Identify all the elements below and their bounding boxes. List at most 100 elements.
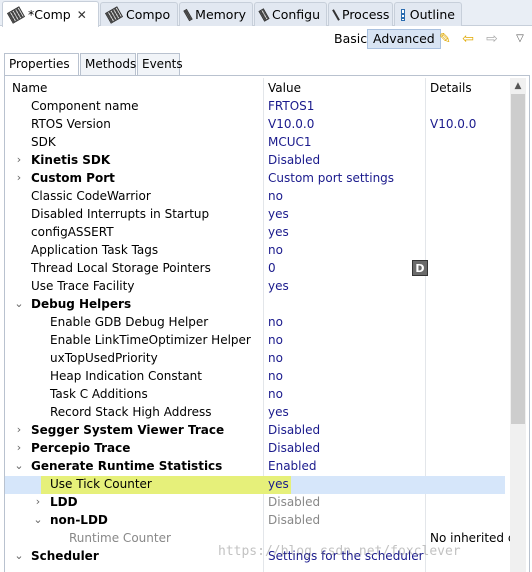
table-row[interactable]: uxTopUsedPriority no — [5, 350, 510, 368]
table-row[interactable]: ⌄ Generate Runtime Statistics Enabled — [5, 458, 510, 476]
table-row[interactable]: Enable GDB Debug Helper no — [5, 314, 510, 332]
table-row[interactable]: › Kinetis SDK Disabled — [5, 152, 510, 170]
table-row[interactable]: RTOS Version V10.0.0 V10.0.0 — [5, 116, 510, 134]
tab-label: Configu — [271, 7, 320, 22]
chevron-right-icon[interactable]: › — [13, 171, 25, 184]
tab-processor[interactable]: Process — [328, 2, 393, 26]
table-row[interactable]: Classic CodeWarrior no — [5, 188, 510, 206]
property-value[interactable]: Custom port settings — [268, 171, 394, 185]
property-name: Percepio Trace — [31, 441, 131, 455]
table-row[interactable]: ⌄ Debug Helpers — [5, 296, 510, 314]
property-value[interactable]: no — [268, 369, 283, 383]
table-row[interactable]: Use Trace Facility yes — [5, 278, 510, 296]
chevron-right-icon[interactable]: › — [32, 495, 44, 508]
table-row[interactable]: › Percepio Trace Disabled — [5, 440, 510, 458]
table-row[interactable]: Enable LinkTimeOptimizer Helper no — [5, 332, 510, 350]
chip-icon — [258, 7, 270, 22]
tab-events[interactable]: Events — [137, 53, 183, 75]
chip-icon — [104, 5, 124, 24]
table-row[interactable]: configASSERT yes — [5, 224, 510, 242]
property-value[interactable]: FRTOS1 — [268, 99, 314, 113]
tab-configurations[interactable]: Configu — [254, 2, 327, 26]
property-value[interactable]: Disabled — [268, 513, 320, 527]
chevron-down-icon[interactable]: ⌄ — [13, 459, 25, 472]
property-value[interactable]: 0 — [268, 261, 276, 275]
tab-component-inspector[interactable]: *Comp ✕ — [2, 1, 99, 27]
view-menu-icon[interactable]: ▽ — [512, 31, 528, 47]
property-name: Classic CodeWarrior — [31, 189, 151, 203]
chevron-right-icon[interactable]: › — [13, 423, 25, 436]
property-name: Disabled Interrupts in Startup — [31, 207, 210, 221]
property-name: SDK — [31, 135, 56, 149]
table-row[interactable]: Disabled Interrupts in Startup yes — [5, 206, 510, 224]
d-button[interactable]: D — [412, 260, 428, 276]
property-name: Use Tick Counter — [50, 477, 152, 491]
property-value[interactable]: yes — [268, 405, 289, 419]
property-value[interactable]: no — [268, 189, 283, 203]
tab-label: Outline — [409, 7, 455, 22]
chevron-down-icon[interactable]: ⌄ — [32, 513, 44, 526]
property-name: configASSERT — [31, 225, 114, 239]
tab-memory[interactable]: Memory — [179, 2, 253, 26]
property-value[interactable]: yes — [268, 225, 289, 239]
tab-components[interactable]: Compo — [100, 2, 178, 26]
table-row[interactable]: › Segger System Viewer Trace Disabled — [5, 422, 510, 440]
scroll-up-icon[interactable]: ▲ — [510, 78, 526, 94]
property-value[interactable]: Disabled — [268, 441, 320, 455]
scrollbar-thumb[interactable] — [511, 94, 525, 424]
advanced-mode-button[interactable]: Advanced — [367, 29, 441, 49]
column-header-name[interactable]: Name — [12, 81, 47, 95]
table-row[interactable]: › LDD Disabled — [5, 494, 510, 512]
property-name: Heap Indication Constant — [50, 369, 202, 383]
table-row[interactable]: Record Stack High Address yes — [5, 404, 510, 422]
table-row[interactable]: SDK MCUC1 — [5, 134, 510, 152]
property-value[interactable]: yes — [268, 477, 289, 491]
table-row[interactable]: › Custom Port Custom port settings — [5, 170, 510, 188]
property-value[interactable]: Enabled — [268, 459, 317, 473]
table-row[interactable]: Heap Indication Constant no — [5, 368, 510, 386]
property-value[interactable]: Disabled — [268, 495, 320, 509]
property-value[interactable]: no — [268, 243, 283, 257]
chevron-down-icon[interactable]: ⌄ — [13, 297, 25, 310]
table-row[interactable]: Task C Additions no — [5, 386, 510, 404]
tab-label: Process — [342, 7, 390, 22]
column-header-details[interactable]: Details — [430, 81, 472, 95]
forward-arrow-icon[interactable]: ⇨ — [484, 31, 500, 47]
table-row[interactable]: ⌄ non-LDD Disabled — [5, 512, 510, 530]
property-name: Scheduler — [31, 549, 99, 563]
property-name: Enable GDB Debug Helper — [50, 315, 209, 329]
table-row[interactable]: Application Task Tags no — [5, 242, 510, 260]
table-row[interactable]: Thread Local Storage Pointers 0 D — [5, 260, 510, 278]
property-value[interactable]: no — [268, 351, 283, 365]
tab-methods[interactable]: Methods — [80, 53, 136, 75]
table-row-selected[interactable]: Use Tick Counter yes — [5, 476, 510, 494]
close-icon[interactable]: ✕ — [77, 8, 87, 22]
property-name: Task C Additions — [50, 387, 148, 401]
back-arrow-icon[interactable]: ⇦ — [460, 31, 476, 47]
table-row[interactable]: Component name FRTOS1 — [5, 98, 510, 116]
property-value[interactable]: MCUC1 — [268, 135, 312, 149]
chevron-right-icon[interactable]: › — [13, 153, 25, 166]
property-name: Kinetis SDK — [31, 153, 111, 167]
grid-header: Name Value Details — [5, 78, 510, 98]
property-value[interactable]: no — [268, 315, 283, 329]
property-name: Enable LinkTimeOptimizer Helper — [50, 333, 251, 347]
property-value[interactable]: yes — [268, 207, 289, 221]
editor-tab-bar: *Comp ✕ Compo Memory Configu Process Out… — [0, 0, 532, 27]
property-value[interactable]: Disabled — [268, 153, 320, 167]
chevron-right-icon[interactable]: › — [13, 441, 25, 454]
property-value[interactable]: no — [268, 387, 283, 401]
tab-outline[interactable]: Outline — [394, 2, 462, 26]
property-details: V10.0.0 — [430, 117, 477, 131]
property-name: uxTopUsedPriority — [50, 351, 158, 365]
property-name: LDD — [50, 495, 78, 509]
property-value[interactable]: V10.0.0 — [268, 117, 314, 131]
property-value[interactable]: Disabled — [268, 423, 320, 437]
property-value[interactable]: no — [268, 333, 283, 347]
column-header-value[interactable]: Value — [268, 81, 301, 95]
tab-properties[interactable]: Properties — [4, 53, 79, 75]
new-note-icon[interactable]: ✎ — [437, 31, 453, 47]
chevron-down-icon[interactable]: ⌄ — [13, 549, 25, 562]
property-value[interactable]: yes — [268, 279, 289, 293]
property-details: No inherited c — [430, 531, 515, 545]
